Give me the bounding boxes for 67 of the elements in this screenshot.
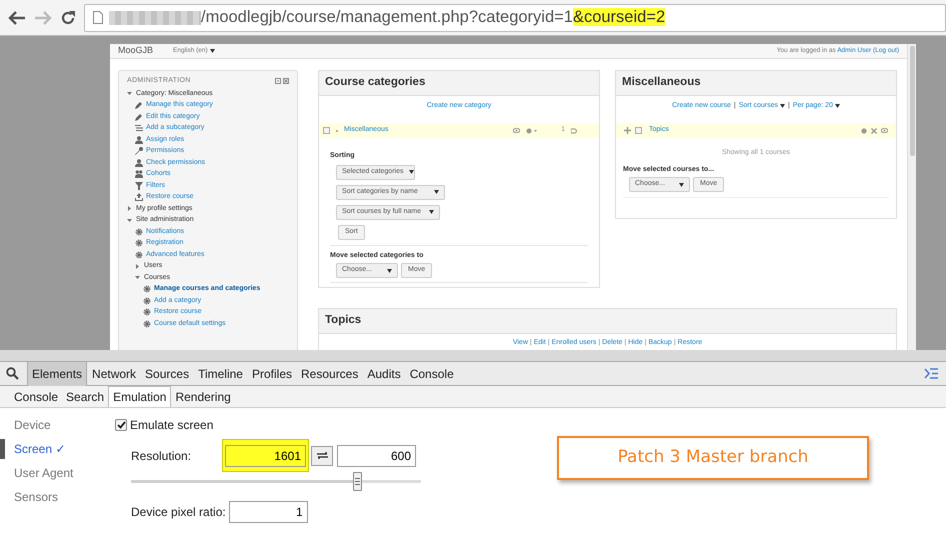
tree-toggle-icon[interactable] bbox=[127, 218, 132, 223]
panel-title: Miscellaneous bbox=[622, 74, 701, 90]
caret-icon bbox=[679, 182, 684, 186]
key-icon bbox=[135, 147, 143, 156]
list-icon bbox=[135, 124, 143, 132]
devtools-tab[interactable]: Audits bbox=[363, 362, 405, 386]
caret-icon bbox=[409, 170, 414, 174]
swap-button[interactable] bbox=[311, 446, 333, 466]
drawer-tab[interactable]: Emulation bbox=[108, 386, 172, 407]
search-icon[interactable] bbox=[6, 367, 19, 380]
checkbox[interactable] bbox=[115, 419, 127, 431]
panel-title: Course categories bbox=[325, 74, 426, 90]
forward-icon[interactable] bbox=[34, 10, 52, 24]
caret-icon bbox=[429, 210, 434, 214]
delete-icon[interactable] bbox=[871, 128, 877, 134]
devtools-tab[interactable]: Resources bbox=[297, 362, 362, 386]
back-icon[interactable] bbox=[8, 10, 26, 24]
drawer-toggle-icon[interactable] bbox=[924, 368, 938, 379]
funnel-icon bbox=[135, 182, 143, 190]
devtools-tab[interactable]: Timeline bbox=[194, 362, 247, 386]
upload-icon bbox=[135, 193, 143, 202]
swap-icon bbox=[316, 452, 328, 459]
checkbox-label: Emulate screen bbox=[130, 417, 214, 434]
width-field[interactable]: 1601 bbox=[225, 444, 306, 466]
caret-icon bbox=[780, 104, 785, 108]
url-text: /moodlegjb/course/management.php?categoryid=1&courseid=2 bbox=[201, 7, 666, 28]
devtools-tab[interactable]: Profiles bbox=[248, 362, 296, 386]
emulation-nav-item[interactable]: Screen ✓ bbox=[14, 440, 66, 458]
field-label: Device pixel ratio: bbox=[131, 504, 226, 521]
devtools-tab[interactable]: Console bbox=[406, 362, 458, 386]
devtools-tab[interactable]: Elements bbox=[27, 362, 88, 386]
caret-icon bbox=[210, 48, 215, 53]
field-label: Resolution: bbox=[131, 448, 192, 464]
drawer-tab[interactable]: Rendering bbox=[171, 386, 235, 407]
emulation-nav-item[interactable]: User Agent bbox=[14, 464, 74, 482]
panel-title: Topics bbox=[325, 312, 362, 328]
people-icon bbox=[135, 170, 143, 178]
tree-toggle-icon[interactable] bbox=[135, 275, 140, 280]
checkbox[interactable] bbox=[635, 127, 642, 134]
site-name[interactable]: MooGJB bbox=[118, 44, 154, 58]
drawer-tab[interactable]: Console bbox=[10, 386, 62, 407]
emulation-nav-item[interactable]: Sensors bbox=[14, 488, 58, 506]
slider-thumb[interactable] bbox=[353, 472, 362, 491]
person-icon bbox=[135, 158, 143, 167]
move-handle-icon[interactable] bbox=[624, 127, 631, 134]
person-icon bbox=[135, 136, 143, 144]
caret-icon bbox=[434, 190, 439, 194]
devtools-tab[interactable]: Sources bbox=[141, 362, 194, 386]
devtools-tab[interactable]: Network bbox=[88, 362, 140, 386]
eye-icon[interactable] bbox=[881, 128, 888, 133]
note-box: Patch 3 Master branch bbox=[557, 436, 869, 480]
eye-icon[interactable] bbox=[513, 128, 520, 133]
caret-icon bbox=[387, 268, 392, 272]
height-field[interactable]: 600 bbox=[337, 444, 416, 466]
emulation-nav-item[interactable]: Device bbox=[14, 416, 51, 434]
tree-toggle-icon[interactable] bbox=[127, 91, 132, 96]
reload-icon[interactable] bbox=[60, 10, 76, 26]
checkbox[interactable] bbox=[323, 127, 330, 134]
pixel-ratio-field[interactable]: 1 bbox=[228, 501, 308, 523]
caret-icon bbox=[834, 104, 840, 108]
page-icon bbox=[93, 11, 103, 24]
tree-toggle-icon[interactable] bbox=[127, 206, 132, 212]
address-bar[interactable]: /moodlegjb/course/management.php?categoryid=1&courseid=2 bbox=[84, 4, 946, 32]
tree-toggle-icon[interactable] bbox=[135, 264, 140, 269]
selection-bar bbox=[0, 439, 5, 459]
block-controls-icon[interactable] bbox=[275, 78, 289, 84]
drawer-tab[interactable]: Search bbox=[62, 386, 108, 407]
